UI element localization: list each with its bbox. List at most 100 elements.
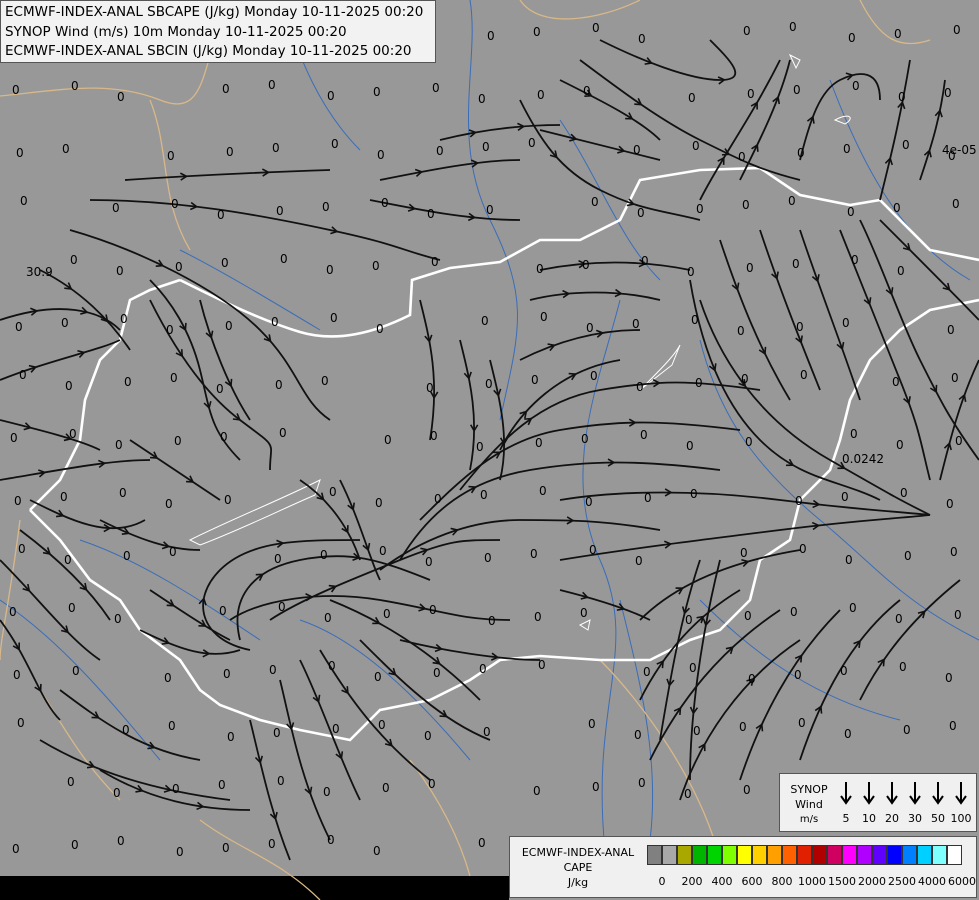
station-value: 0 bbox=[903, 723, 911, 737]
station-value: 0 bbox=[15, 320, 23, 334]
station-value: 0 bbox=[636, 380, 644, 394]
station-value: 0 bbox=[487, 29, 495, 43]
station-value: 0 bbox=[222, 841, 230, 855]
station-value: 0 bbox=[431, 255, 439, 269]
wind-legend-label: SYNOP Wind m/s bbox=[784, 782, 834, 827]
station-value: 0 bbox=[62, 142, 70, 156]
station-value: 0 bbox=[591, 195, 599, 209]
station-value: 0 bbox=[219, 604, 227, 618]
station-value: 0 bbox=[426, 381, 434, 395]
station-value: 0 bbox=[478, 92, 486, 106]
station-value: 0 bbox=[324, 611, 332, 625]
cape-color-swatch bbox=[842, 845, 857, 865]
map-canvas[interactable]: 0 0 0 0 0 0 0 0 0 0 0 0 0 0 0 0 0 0 0 0 0 0 0 0 0 0 0 0 0 0 0 0 0 0 0 0 0 0 0 0… bbox=[0, 0, 979, 900]
wind-speed-arrow-icon bbox=[859, 780, 879, 810]
cape-color-swatch bbox=[872, 845, 887, 865]
station-value: 0 bbox=[382, 781, 390, 795]
wind-speed-label: 10 bbox=[862, 812, 876, 825]
cape-tick-label: 2500 bbox=[888, 875, 916, 888]
station-value: 0 bbox=[166, 323, 174, 337]
station-value: 0 bbox=[686, 439, 694, 453]
station-value: 0 bbox=[432, 81, 440, 95]
station-value: 0 bbox=[688, 91, 696, 105]
station-value: 0 bbox=[170, 371, 178, 385]
station-value: 0 bbox=[223, 667, 231, 681]
station-value: 0 bbox=[16, 146, 24, 160]
station-value: 0 bbox=[372, 259, 380, 273]
cape-color-swatch bbox=[767, 845, 782, 865]
station-value: 0 bbox=[747, 87, 755, 101]
station-value: 0 bbox=[268, 78, 276, 92]
wind-speed-arrow-icon bbox=[928, 780, 948, 810]
station-value: 0 bbox=[482, 140, 490, 154]
station-value: 0 bbox=[955, 434, 963, 448]
station-value: 0 bbox=[638, 776, 646, 790]
station-value: 0 bbox=[122, 723, 130, 737]
station-value: 0 bbox=[329, 485, 337, 499]
cape-color-swatch bbox=[827, 845, 842, 865]
station-value: 0 bbox=[748, 672, 756, 686]
station-value: 0 bbox=[373, 85, 381, 99]
station-value: 0 bbox=[61, 316, 69, 330]
station-value: 0 bbox=[430, 429, 438, 443]
station-value: 0 bbox=[746, 261, 754, 275]
station-value: 0 bbox=[478, 836, 486, 850]
station-value: 0 bbox=[852, 79, 860, 93]
station-value: 0 bbox=[274, 552, 282, 566]
station-value: 0 bbox=[217, 208, 225, 222]
cape-color-swatch bbox=[707, 845, 722, 865]
station-value: 0 bbox=[893, 201, 901, 215]
station-value: 0 bbox=[273, 726, 281, 740]
title-line-3: ECMWF-INDEX-ANAL SBCIN (J/kg) Monday 10-… bbox=[5, 43, 412, 59]
station-value: 0 bbox=[582, 258, 590, 272]
station-value: 0 bbox=[580, 606, 588, 620]
map-bottom-band bbox=[0, 876, 509, 900]
station-value: 0 bbox=[796, 320, 804, 334]
station-value: 0 bbox=[692, 139, 700, 153]
station-value: 0 bbox=[540, 310, 548, 324]
station-value: 0 bbox=[950, 545, 958, 559]
station-value: 0 bbox=[486, 203, 494, 217]
station-value: 0 bbox=[897, 264, 905, 278]
cape-tick-label: 400 bbox=[711, 875, 733, 888]
station-value: 0 bbox=[164, 671, 172, 685]
station-value: 0 bbox=[220, 430, 228, 444]
station-value: 0 bbox=[797, 146, 805, 160]
cape-color-swatch bbox=[797, 845, 812, 865]
station-value: 0 bbox=[851, 253, 859, 267]
station-value: 0 bbox=[424, 729, 432, 743]
station-value: 0 bbox=[634, 728, 642, 742]
station-value-w1: 30.9 bbox=[26, 265, 53, 279]
station-value: 0 bbox=[268, 837, 276, 851]
cape-tick-label: 800 bbox=[771, 875, 793, 888]
station-value: 0 bbox=[592, 780, 600, 794]
station-value: 0 bbox=[226, 145, 234, 159]
station-value: 0 bbox=[376, 322, 384, 336]
wind-legend: SYNOP Wind m/s 5 10 20 30 50 100 bbox=[779, 773, 977, 832]
station-value: 0 bbox=[378, 718, 386, 732]
station-value: 0 bbox=[904, 549, 912, 563]
station-value: 0 bbox=[71, 838, 79, 852]
station-value: 0 bbox=[537, 88, 545, 102]
cape-legend-label-3: J/kg bbox=[567, 876, 589, 889]
station-value: 0 bbox=[799, 542, 807, 556]
station-value: 0 bbox=[112, 201, 120, 215]
station-value: 0 bbox=[788, 194, 796, 208]
station-value: 0 bbox=[60, 490, 68, 504]
cape-color-swatch bbox=[857, 845, 872, 865]
station-value: 0 bbox=[588, 717, 596, 731]
cape-tick-label: 200 bbox=[681, 875, 703, 888]
station-value: 0 bbox=[224, 493, 232, 507]
cape-legend-label-2: CAPE bbox=[563, 861, 593, 874]
cape-tick-label: 2000 bbox=[858, 875, 886, 888]
station-value: 0 bbox=[696, 202, 704, 216]
station-value: 0 bbox=[953, 23, 961, 37]
wind-speed-arrow-icon bbox=[836, 780, 856, 810]
station-value: 0 bbox=[174, 434, 182, 448]
cape-color-swatch bbox=[782, 845, 797, 865]
cape-color-swatch bbox=[677, 845, 692, 865]
station-value: 0 bbox=[123, 549, 131, 563]
station-value: 0 bbox=[530, 547, 538, 561]
station-value: 0 bbox=[794, 668, 802, 682]
cape-color-swatch bbox=[902, 845, 917, 865]
